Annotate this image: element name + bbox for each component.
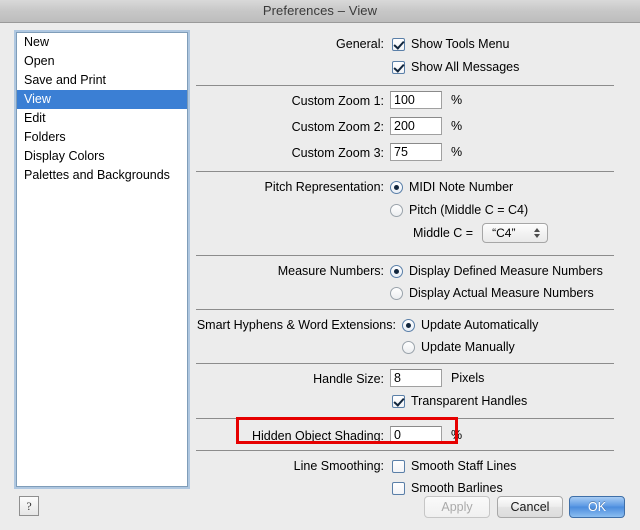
middle-c-label: Middle C = <box>413 224 473 242</box>
smooth-staff-lines-row[interactable]: Smooth Staff Lines <box>392 457 516 475</box>
hidden-object-shading-input[interactable] <box>390 426 442 444</box>
smooth-staff-lines-checkbox[interactable] <box>392 460 405 473</box>
pitch-midi-row[interactable]: MIDI Note Number <box>390 178 513 196</box>
middle-c-value: “C4” <box>492 224 515 242</box>
measure-defined-label: Display Defined Measure Numbers <box>409 262 603 280</box>
divider-6 <box>196 418 614 419</box>
custom-zoom-3-label: Custom Zoom 3: <box>196 144 384 162</box>
pitch-pitch-label: Pitch (Middle C = C4) <box>409 201 528 219</box>
hidden-object-shading-unit: % <box>451 426 462 444</box>
custom-zoom-2-row[interactable]: % <box>390 117 462 135</box>
sidebar-item-edit[interactable]: Edit <box>17 109 187 128</box>
transparent-handles-checkbox[interactable] <box>392 395 405 408</box>
smooth-barlines-label: Smooth Barlines <box>411 479 503 497</box>
custom-zoom-3-unit: % <box>451 143 462 161</box>
settings-pane: General: Show Tools Menu Show All Messag… <box>196 23 640 483</box>
title-bar: Preferences – View <box>0 0 640 23</box>
ok-button[interactable]: OK <box>569 496 625 518</box>
hidden-object-shading-label: Hidden Object Shading: <box>196 427 384 445</box>
divider-4 <box>196 309 614 310</box>
smart-hyphens-label: Smart Hyphens & Word Extensions: <box>196 316 396 334</box>
general-label: General: <box>196 35 384 53</box>
transparent-handles-label: Transparent Handles <box>411 392 527 410</box>
custom-zoom-2-label: Custom Zoom 2: <box>196 118 384 136</box>
sidebar-item-palettes-and-backgrounds[interactable]: Palettes and Backgrounds <box>17 166 187 185</box>
pitch-midi-radio[interactable] <box>390 181 403 194</box>
handle-size-row[interactable]: Pixels <box>390 369 484 387</box>
update-manually-radio[interactable] <box>402 341 415 354</box>
custom-zoom-1-input[interactable] <box>390 91 442 109</box>
divider-3 <box>196 255 614 256</box>
smooth-staff-lines-label: Smooth Staff Lines <box>411 457 516 475</box>
show-all-messages-row[interactable]: Show All Messages <box>392 58 519 76</box>
update-manually-row[interactable]: Update Manually <box>402 338 515 356</box>
custom-zoom-2-input[interactable] <box>390 117 442 135</box>
divider-7 <box>196 450 614 451</box>
middle-c-select[interactable]: “C4” <box>482 223 548 243</box>
handle-size-label: Handle Size: <box>196 370 384 388</box>
smooth-barlines-row[interactable]: Smooth Barlines <box>392 479 503 497</box>
window-title: Preferences – View <box>0 3 640 18</box>
measure-actual-row[interactable]: Display Actual Measure Numbers <box>390 284 594 302</box>
show-all-messages-checkbox[interactable] <box>392 61 405 74</box>
line-smoothing-label: Line Smoothing: <box>196 457 384 475</box>
help-button[interactable]: ? <box>19 496 39 516</box>
custom-zoom-1-unit: % <box>451 91 462 109</box>
transparent-handles-row[interactable]: Transparent Handles <box>392 392 527 410</box>
measure-defined-row[interactable]: Display Defined Measure Numbers <box>390 262 603 280</box>
sidebar-item-new[interactable]: New <box>17 33 187 52</box>
handle-size-unit: Pixels <box>451 369 484 387</box>
show-tools-menu-checkbox[interactable] <box>392 38 405 51</box>
divider-1 <box>196 85 614 86</box>
custom-zoom-3-row[interactable]: % <box>390 143 462 161</box>
divider-5 <box>196 363 614 364</box>
smooth-barlines-checkbox[interactable] <box>392 482 405 495</box>
update-manually-label: Update Manually <box>421 338 515 356</box>
show-tools-menu-label: Show Tools Menu <box>411 35 509 53</box>
apply-button[interactable]: Apply <box>424 496 490 518</box>
measure-defined-radio[interactable] <box>390 265 403 278</box>
sidebar-item-save-and-print[interactable]: Save and Print <box>17 71 187 90</box>
sidebar-item-open[interactable]: Open <box>17 52 187 71</box>
sidebar-item-view[interactable]: View <box>17 90 187 109</box>
pitch-midi-label: MIDI Note Number <box>409 178 513 196</box>
sidebar-item-folders[interactable]: Folders <box>17 128 187 147</box>
pitch-pitch-radio[interactable] <box>390 204 403 217</box>
divider-2 <box>196 171 614 172</box>
measure-actual-radio[interactable] <box>390 287 403 300</box>
hidden-object-shading-row[interactable]: % <box>390 426 462 444</box>
pitch-pitch-row[interactable]: Pitch (Middle C = C4) <box>390 201 528 219</box>
cancel-button[interactable]: Cancel <box>497 496 563 518</box>
update-automatically-row[interactable]: Update Automatically <box>402 316 538 334</box>
measure-numbers-label: Measure Numbers: <box>196 262 384 280</box>
stepper-arrows-icon[interactable] <box>534 228 540 238</box>
update-automatically-label: Update Automatically <box>421 316 538 334</box>
custom-zoom-2-unit: % <box>451 117 462 135</box>
preferences-dialog: Preferences – View New Open Save and Pri… <box>0 0 640 530</box>
pitch-representation-label: Pitch Representation: <box>196 178 384 196</box>
middle-c-row[interactable]: Middle C = “C4” <box>413 223 548 243</box>
show-tools-menu-row[interactable]: Show Tools Menu <box>392 35 509 53</box>
category-list[interactable]: New Open Save and Print View Edit Folder… <box>16 32 188 487</box>
measure-actual-label: Display Actual Measure Numbers <box>409 284 594 302</box>
custom-zoom-1-label: Custom Zoom 1: <box>196 92 384 110</box>
show-all-messages-label: Show All Messages <box>411 58 519 76</box>
update-automatically-radio[interactable] <box>402 319 415 332</box>
custom-zoom-3-input[interactable] <box>390 143 442 161</box>
sidebar-item-display-colors[interactable]: Display Colors <box>17 147 187 166</box>
handle-size-input[interactable] <box>390 369 442 387</box>
custom-zoom-1-row[interactable]: % <box>390 91 462 109</box>
